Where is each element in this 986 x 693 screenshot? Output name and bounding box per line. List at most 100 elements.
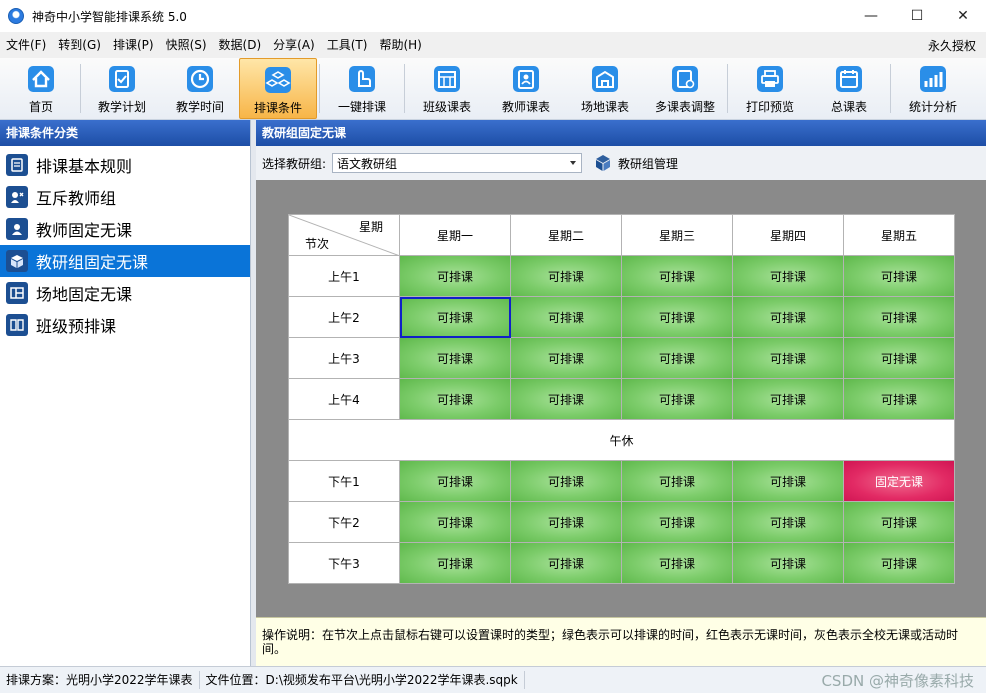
toolbar-master-schedule-label: 总课表 xyxy=(830,100,867,114)
schedule-cell[interactable]: 可排课 xyxy=(732,337,844,379)
period-header[interactable]: 下午1 xyxy=(288,460,400,502)
schedule-cell[interactable]: 可排课 xyxy=(621,296,733,338)
toolbar-teacher-schedule-button[interactable]: 教师课表 xyxy=(487,58,565,119)
toolbar-separator xyxy=(80,64,81,113)
schedule-cell[interactable]: 可排课 xyxy=(732,255,844,297)
menu-tools[interactable]: 工具(T) xyxy=(321,32,374,58)
master-calendar-icon xyxy=(833,64,865,94)
toolbar-time-button[interactable]: 教学时间 xyxy=(161,58,239,119)
schedule-cell[interactable]: 可排课 xyxy=(399,542,511,584)
close-button[interactable]: ✕ xyxy=(940,0,986,32)
lunch-break-row: 午休 xyxy=(288,419,955,461)
schedule-cell[interactable]: 可排课 xyxy=(732,542,844,584)
group-select-dropdown[interactable]: 语文教研组 xyxy=(332,153,583,173)
schedule-cell[interactable]: 可排课 xyxy=(510,460,622,502)
building-icon xyxy=(589,64,621,94)
group-manage-button[interactable]: 教研组管理 xyxy=(594,154,678,172)
category-basic-rules-label: 排课基本规则 xyxy=(36,157,133,176)
minimize-button[interactable]: — xyxy=(848,0,894,32)
schedule-cell[interactable]: 可排课 xyxy=(843,337,955,379)
category-venue-fixed-off[interactable]: 场地固定无课 xyxy=(0,277,250,309)
toolbar-venue-schedule-button[interactable]: 场地课表 xyxy=(565,58,645,119)
right-panel-title: 教研组固定无课 xyxy=(256,120,986,146)
schedule-cell[interactable]: 可排课 xyxy=(732,501,844,543)
category-group-fixed-off-label: 教研组固定无课 xyxy=(36,253,149,272)
schedule-cell[interactable]: 可排课 xyxy=(732,378,844,420)
period-header[interactable]: 下午3 xyxy=(288,542,400,584)
toolbar-separator xyxy=(319,64,320,113)
category-mutex-teachers-label: 互斥教师组 xyxy=(36,189,117,208)
schedule-cell[interactable]: 可排课 xyxy=(843,378,955,420)
calendar-grid-icon xyxy=(431,64,463,94)
schedule-cell[interactable]: 可排课 xyxy=(621,542,733,584)
schedule-cell[interactable]: 可排课 xyxy=(621,501,733,543)
menu-goto[interactable]: 转到(G) xyxy=(52,32,107,58)
schedule-cell[interactable]: 可排课 xyxy=(621,255,733,297)
category-teacher-fixed-off[interactable]: 教师固定无课 xyxy=(0,213,250,245)
period-header[interactable]: 上午3 xyxy=(288,337,400,379)
schedule-cell[interactable]: 可排课 xyxy=(843,501,955,543)
schedule-cell[interactable]: 可排课 xyxy=(399,255,511,297)
schedule-cell[interactable]: 可排课 xyxy=(399,460,511,502)
venue-icon xyxy=(6,282,28,304)
schedule-cell[interactable]: 可排课 xyxy=(843,542,955,584)
status-file-path: 文件位置：D:\视频发布平台\光明小学2022学年课表.sqpk xyxy=(200,671,525,689)
schedule-cell[interactable]: 可排课 xyxy=(843,296,955,338)
schedule-cell[interactable]: 可排课 xyxy=(621,460,733,502)
schedule-cell[interactable]: 可排课 xyxy=(621,337,733,379)
toolbar-separator xyxy=(727,64,728,113)
toolbar-autoschedule-button[interactable]: 一键排课 xyxy=(322,58,402,119)
schedule-grid-area: 星期 节次 星期一 星期二 星期三 星期四 星期五 上午1 可排课 可排课 可排… xyxy=(256,180,986,617)
schedule-cell[interactable]: 可排课 xyxy=(399,337,511,379)
multi-schedule-icon xyxy=(669,64,701,94)
mutex-teacher-icon xyxy=(6,186,28,208)
category-mutex-teachers[interactable]: 互斥教师组 xyxy=(0,181,250,213)
period-header[interactable]: 上午4 xyxy=(288,378,400,420)
toolbar-statistics-button[interactable]: 统计分析 xyxy=(893,58,973,119)
toolbar: 首页 教学计划 教学时间 排课条件 一键排课 班级课表 教师课表 场地课表 多课… xyxy=(0,58,986,120)
period-header[interactable]: 上午2 xyxy=(288,296,400,338)
clock-icon xyxy=(184,64,216,94)
period-header[interactable]: 上午1 xyxy=(288,255,400,297)
menu-data[interactable]: 数据(D) xyxy=(213,32,268,58)
schedule-cell-fixed-off[interactable]: 固定无课 xyxy=(843,460,955,502)
toolbar-conditions-button[interactable]: 排课条件 xyxy=(239,58,317,119)
menu-help[interactable]: 帮助(H) xyxy=(373,32,427,58)
schedule-cell-selected[interactable]: 可排课 xyxy=(399,296,511,338)
table-row: 上午3 可排课 可排课 可排课 可排课 可排课 xyxy=(288,337,955,379)
toolbar-multi-adjust-label: 多课表调整 xyxy=(654,100,715,114)
cube-icon xyxy=(596,155,611,171)
toolbar-multi-adjust-button[interactable]: 多课表调整 xyxy=(645,58,725,119)
menu-share[interactable]: 分享(A) xyxy=(267,32,321,58)
schedule-cell[interactable]: 可排课 xyxy=(510,542,622,584)
menu-snapshot[interactable]: 快照(S) xyxy=(160,32,213,58)
schedule-cell[interactable]: 可排课 xyxy=(732,296,844,338)
schedule-cell[interactable]: 可排课 xyxy=(621,378,733,420)
category-group-fixed-off[interactable]: 教研组固定无课 xyxy=(0,245,250,277)
schedule-cell[interactable]: 可排课 xyxy=(510,255,622,297)
category-basic-rules[interactable]: 排课基本规则 xyxy=(0,149,250,181)
schedule-cell[interactable]: 可排课 xyxy=(843,255,955,297)
category-teacher-fixed-off-label: 教师固定无课 xyxy=(36,221,133,240)
period-header[interactable]: 下午2 xyxy=(288,501,400,543)
toolbar-print-button[interactable]: 打印预览 xyxy=(730,58,810,119)
schedule-cell[interactable]: 可排课 xyxy=(510,296,622,338)
table-row: 上午2 可排课 可排课 可排课 可排课 可排课 xyxy=(288,296,955,338)
menu-file[interactable]: 文件(F) xyxy=(0,32,52,58)
toolbar-home-button[interactable]: 首页 xyxy=(4,58,78,119)
category-class-preschedule[interactable]: 班级预排课 xyxy=(0,309,250,341)
toolbar-plan-button[interactable]: 教学计划 xyxy=(83,58,161,119)
left-panel-title: 排课条件分类 xyxy=(0,120,250,146)
schedule-cell[interactable]: 可排课 xyxy=(732,460,844,502)
schedule-cell[interactable]: 可排课 xyxy=(399,378,511,420)
schedule-cell[interactable]: 可排课 xyxy=(510,378,622,420)
maximize-button[interactable]: ☐ xyxy=(894,0,940,32)
schedule-cell[interactable]: 可排课 xyxy=(510,501,622,543)
menu-schedule[interactable]: 排课(P) xyxy=(107,32,160,58)
schedule-cell[interactable]: 可排课 xyxy=(399,501,511,543)
group-select-label: 选择教研组: xyxy=(262,156,327,171)
schedule-cell[interactable]: 可排课 xyxy=(510,337,622,379)
day-header: 星期三 xyxy=(621,214,733,256)
toolbar-class-schedule-button[interactable]: 班级课表 xyxy=(407,58,487,119)
toolbar-master-schedule-button[interactable]: 总课表 xyxy=(810,58,888,119)
